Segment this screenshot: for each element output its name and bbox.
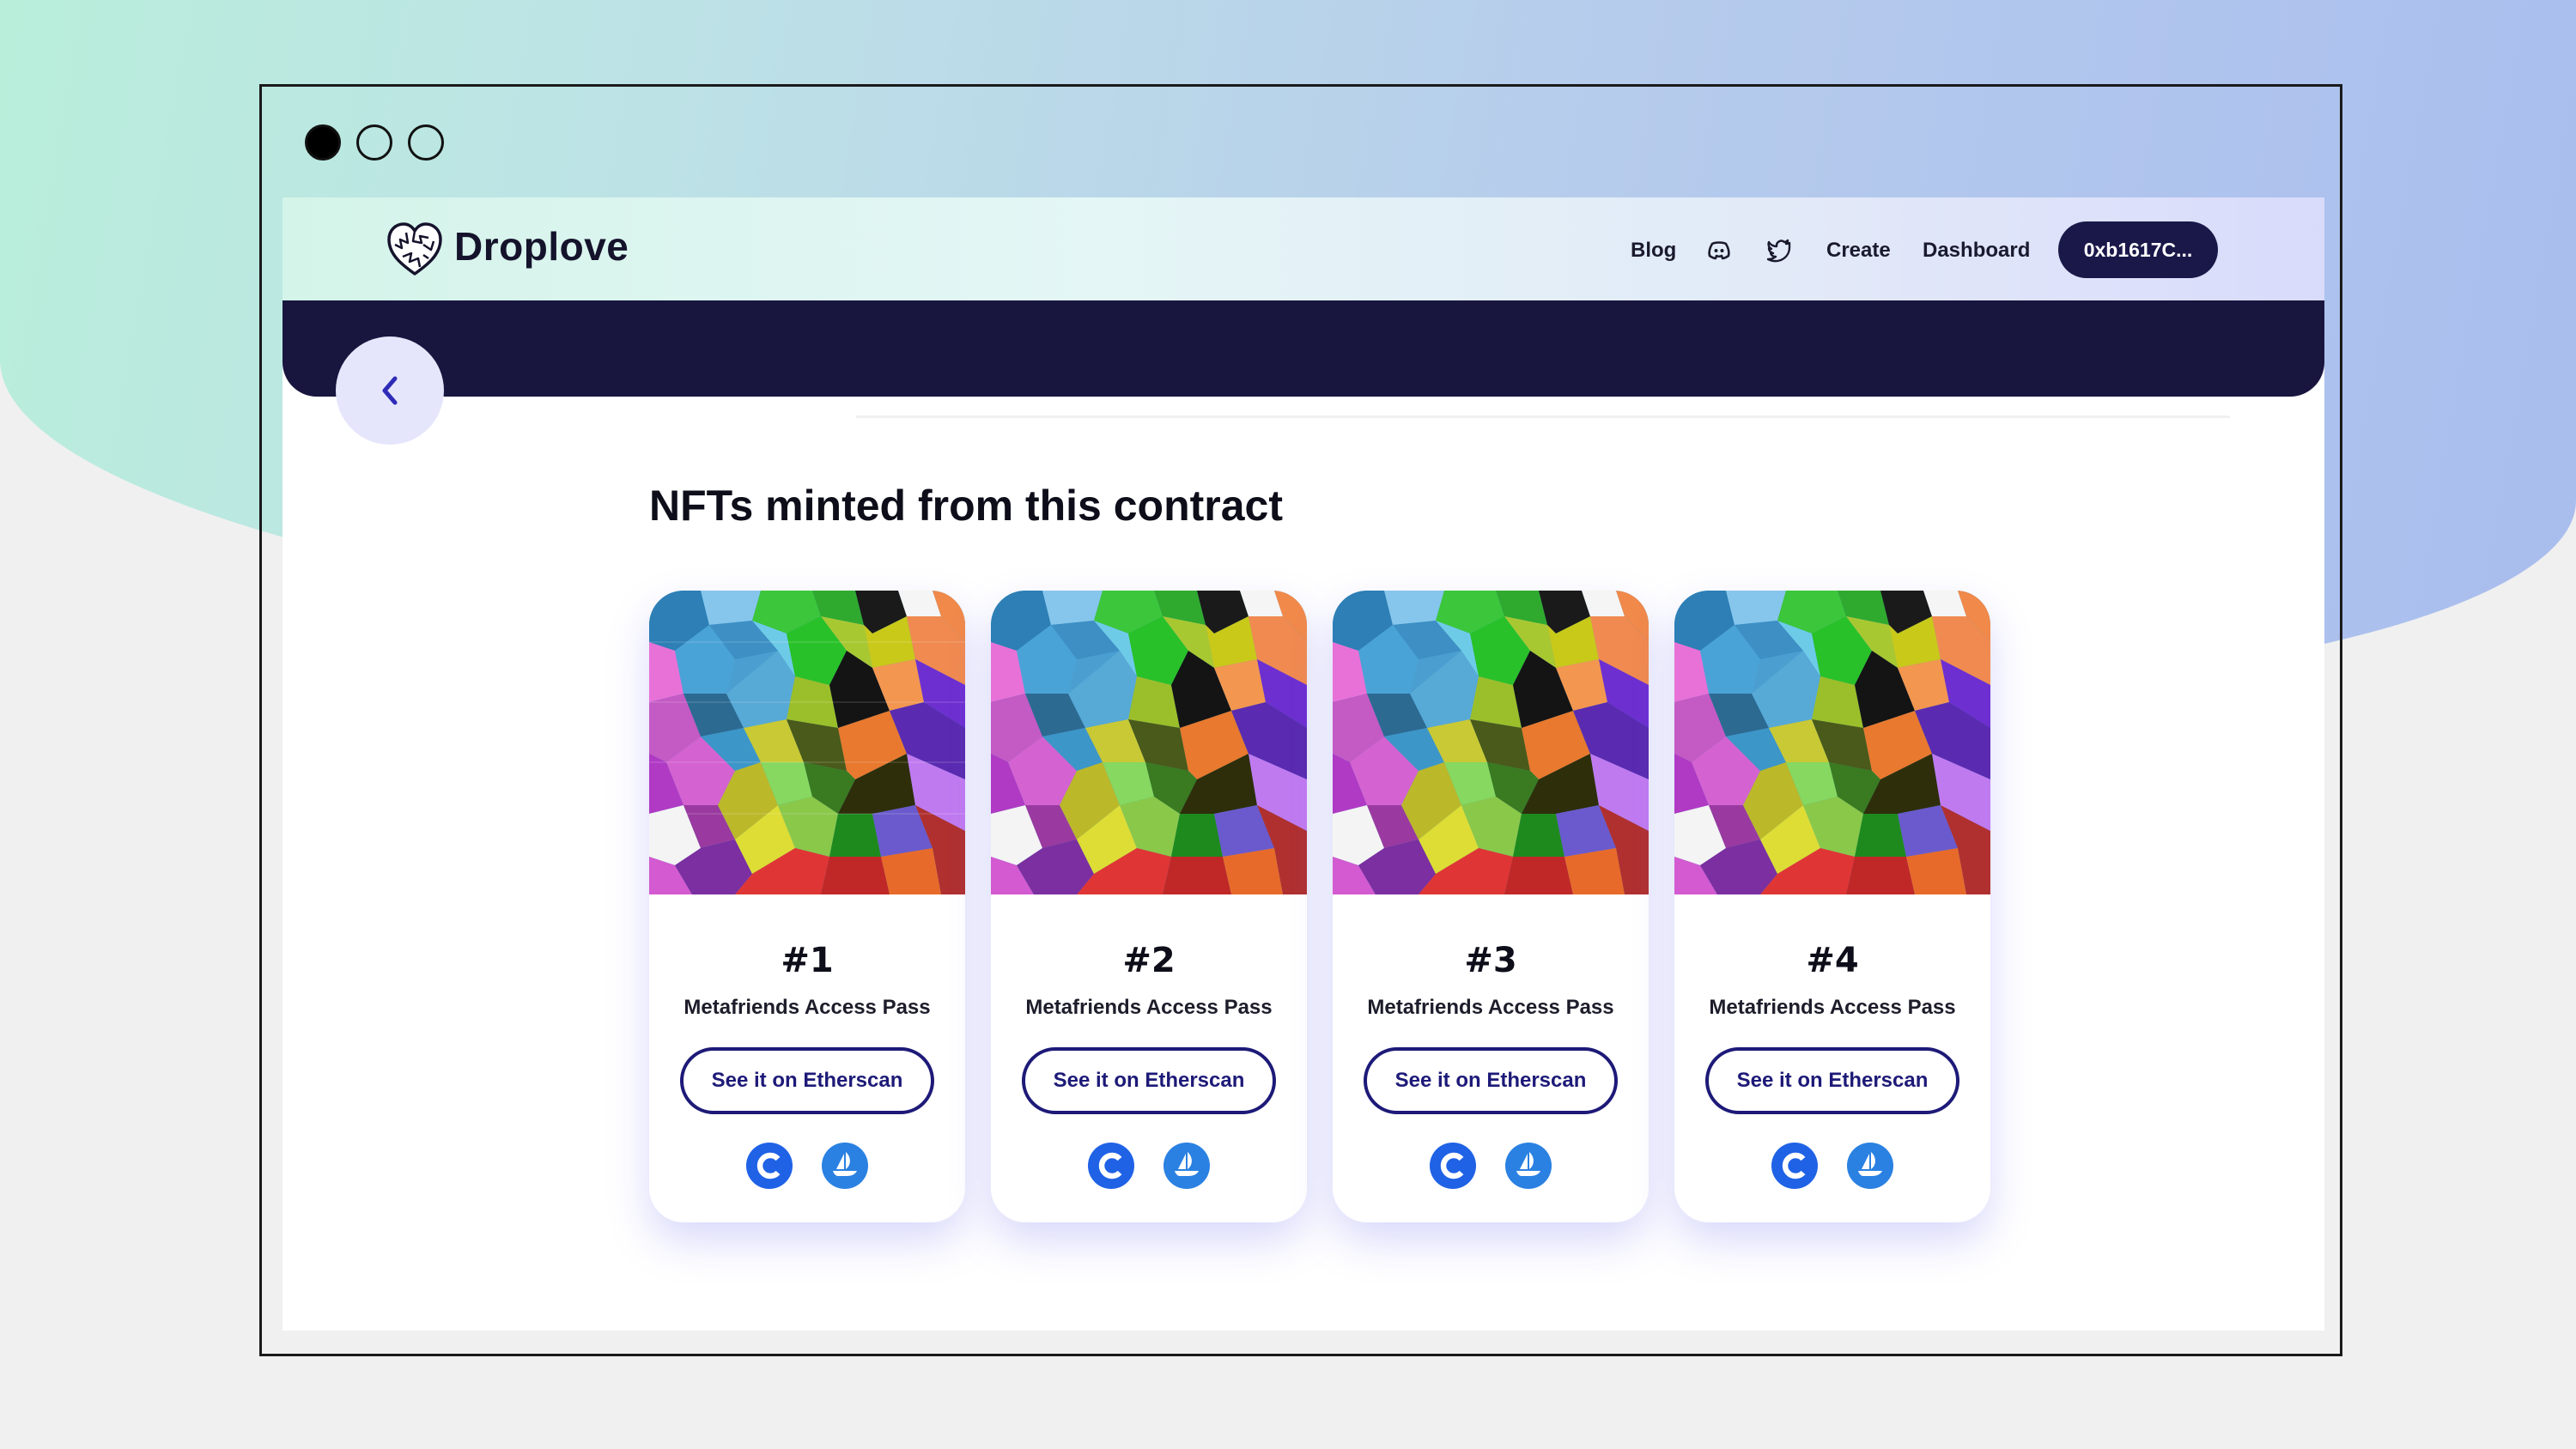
- nft-collection-name: Metafriends Access Pass: [1367, 996, 1614, 1019]
- see-on-etherscan-button[interactable]: See it on Etherscan: [680, 1047, 934, 1114]
- window-close-button[interactable]: [305, 124, 341, 161]
- discord-icon[interactable]: [1706, 237, 1732, 263]
- section-divider: [856, 415, 2230, 418]
- nft-card[interactable]: #3 Metafriends Access Pass See it on Eth…: [1333, 591, 1649, 1222]
- see-on-etherscan-button[interactable]: See it on Etherscan: [1022, 1047, 1276, 1114]
- coinbase-icon[interactable]: [745, 1142, 793, 1190]
- window-maximize-button[interactable]: [408, 124, 444, 161]
- nft-token-number: #4: [1806, 941, 1859, 980]
- nft-collection-name: Metafriends Access Pass: [1709, 996, 1956, 1019]
- web-page: Droplove Blog Create Dashboard 0xb1617C.…: [283, 197, 2324, 1331]
- nft-artwork-image: [991, 591, 1307, 894]
- nft-card[interactable]: #1 Metafriends Access Pass See it on Eth…: [649, 591, 965, 1222]
- header-banner: [283, 300, 2324, 397]
- see-on-etherscan-button[interactable]: See it on Etherscan: [1364, 1047, 1618, 1114]
- nft-card[interactable]: #2 Metafriends Access Pass See it on Eth…: [991, 591, 1307, 1222]
- brand-name[interactable]: Droplove: [454, 223, 629, 270]
- nft-token-number: #2: [1122, 941, 1176, 980]
- heart-logo-icon[interactable]: [384, 219, 446, 279]
- twitter-icon[interactable]: [1766, 237, 1792, 263]
- see-on-etherscan-button[interactable]: See it on Etherscan: [1705, 1047, 1959, 1114]
- nft-artwork-image: [649, 591, 965, 894]
- opensea-icon[interactable]: [821, 1142, 869, 1190]
- back-button[interactable]: [336, 336, 444, 445]
- top-navbar: Droplove Blog Create Dashboard 0xb1617C.…: [283, 197, 2324, 300]
- chevron-left-icon: [382, 376, 398, 405]
- nft-artwork-image: [1333, 591, 1649, 894]
- nav-blog-link[interactable]: Blog: [1631, 239, 1676, 263]
- opensea-icon[interactable]: [1504, 1142, 1552, 1190]
- coinbase-icon[interactable]: [1771, 1142, 1819, 1190]
- coinbase-icon[interactable]: [1429, 1142, 1477, 1190]
- window-minimize-button[interactable]: [356, 124, 392, 161]
- nft-token-number: #3: [1464, 941, 1517, 980]
- nft-collection-name: Metafriends Access Pass: [683, 996, 931, 1019]
- opensea-icon[interactable]: [1163, 1142, 1211, 1190]
- nft-collection-name: Metafriends Access Pass: [1025, 996, 1273, 1019]
- coinbase-icon[interactable]: [1087, 1142, 1135, 1190]
- wallet-address-button[interactable]: 0xb1617C...: [2058, 221, 2218, 278]
- opensea-icon[interactable]: [1846, 1142, 1894, 1190]
- page-title: NFTs minted from this contract: [649, 482, 1284, 530]
- nft-artwork-image: [1674, 591, 1990, 894]
- nav-dashboard-link[interactable]: Dashboard: [1923, 239, 2030, 263]
- nav-create-link[interactable]: Create: [1826, 239, 1891, 263]
- nft-token-number: #1: [781, 941, 834, 980]
- nft-card[interactable]: #4 Metafriends Access Pass See it on Eth…: [1674, 591, 1990, 1222]
